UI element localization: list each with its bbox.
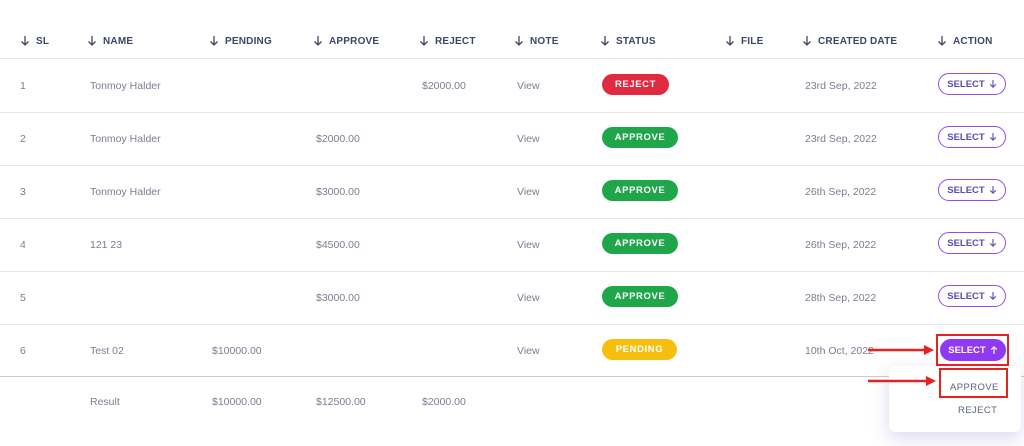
cell-approve: $4500.00 (316, 239, 360, 251)
annotation-box-approve (939, 368, 1008, 398)
cell-created-date: 23rd Sep, 2022 (805, 133, 877, 145)
select-label: SELECT (947, 131, 985, 143)
col-label: REJECT (435, 35, 476, 47)
col-label: ACTION (953, 35, 993, 47)
note-view-link[interactable]: View (517, 133, 540, 145)
status-badge: APPROVE (602, 286, 678, 307)
select-button[interactable]: SELECT (938, 179, 1006, 201)
sort-arrow-icon (938, 36, 946, 46)
col-label: CREATED DATE (818, 35, 898, 47)
cell-created-date: 28th Sep, 2022 (805, 292, 877, 304)
select-button[interactable]: SELECT (938, 232, 1006, 254)
status-badge: APPROVE (602, 180, 678, 201)
note-view-link[interactable]: View (517, 80, 540, 92)
arrow-down-icon (989, 292, 996, 300)
sort-arrow-icon (210, 36, 218, 46)
cell-approve: $3000.00 (316, 186, 360, 198)
cell-approve: $2000.00 (316, 133, 360, 145)
select-label: SELECT (947, 184, 985, 196)
col-label: APPROVE (329, 35, 380, 47)
annotation-box-select (936, 334, 1009, 366)
cell-name: Test 02 (90, 345, 124, 357)
table-row: 1 Tonmoy Halder $2000.00 View REJECT 23r… (0, 59, 1024, 113)
cell-sl: 6 (20, 345, 26, 357)
annotation-arrow-icon (868, 345, 934, 355)
select-label: SELECT (947, 78, 985, 90)
cell-created-date: 10th Oct, 2022 (805, 345, 874, 357)
sort-arrow-icon (21, 36, 29, 46)
cell-sl: 1 (20, 80, 26, 92)
col-label: STATUS (616, 35, 656, 47)
cell-name: Tonmoy Halder (90, 186, 161, 198)
col-label: PENDING (225, 35, 272, 47)
col-reject-header[interactable]: REJECT (419, 35, 476, 47)
col-file-header[interactable]: FILE (725, 35, 763, 47)
col-label: NAME (103, 35, 134, 47)
col-action-header[interactable]: ACTION (937, 35, 993, 47)
col-pending-header[interactable]: PENDING (209, 35, 272, 47)
sort-arrow-icon (601, 36, 609, 46)
status-badge: APPROVE (602, 127, 678, 148)
col-status-header[interactable]: STATUS (600, 35, 656, 47)
footer-reject-total: $2000.00 (422, 396, 466, 408)
cell-name: Tonmoy Halder (90, 133, 161, 145)
footer-pending-total: $10000.00 (212, 396, 262, 408)
sort-arrow-icon (803, 36, 811, 46)
col-label: NOTE (530, 35, 559, 47)
col-label: FILE (741, 35, 764, 47)
col-name-header[interactable]: NAME (87, 35, 133, 47)
sort-arrow-icon (314, 36, 322, 46)
cell-reject: $2000.00 (422, 80, 466, 92)
table-row: 5 $3000.00 View APPROVE 28th Sep, 2022 S… (0, 271, 1024, 325)
cell-pending: $10000.00 (212, 345, 262, 357)
status-badge: APPROVE (602, 233, 678, 254)
arrow-down-icon (989, 80, 996, 88)
col-sl-header[interactable]: SL (20, 35, 49, 47)
arrow-down-icon (989, 186, 996, 194)
note-view-link[interactable]: View (517, 186, 540, 198)
annotation-arrow-icon (868, 376, 936, 386)
select-button[interactable]: SELECT (938, 285, 1006, 307)
cell-approve: $3000.00 (316, 292, 360, 304)
table-row: 3 Tonmoy Halder $3000.00 View APPROVE 26… (0, 165, 1024, 219)
cell-name: Tonmoy Halder (90, 80, 161, 92)
sort-arrow-icon (726, 36, 734, 46)
sort-arrow-icon (88, 36, 96, 46)
arrow-down-icon (989, 133, 996, 141)
select-button[interactable]: SELECT (938, 73, 1006, 95)
select-button[interactable]: SELECT (938, 126, 1006, 148)
cell-created-date: 26th Sep, 2022 (805, 186, 877, 198)
table-row: 4 121 23 $4500.00 View APPROVE 26th Sep,… (0, 218, 1024, 272)
table-header: SL NAME PENDING APPROVE REJECT NOTE STAT… (0, 0, 1024, 59)
note-view-link[interactable]: View (517, 239, 540, 251)
status-badge: REJECT (602, 74, 669, 95)
note-view-link[interactable]: View (517, 292, 540, 304)
cell-created-date: 23rd Sep, 2022 (805, 80, 877, 92)
cell-created-date: 26th Sep, 2022 (805, 239, 877, 251)
sort-arrow-icon (420, 36, 428, 46)
sort-arrow-icon (515, 36, 523, 46)
status-badge: PENDING (602, 339, 677, 360)
note-view-link[interactable]: View (517, 345, 540, 357)
cell-name: 121 23 (90, 239, 123, 251)
arrow-down-icon (989, 239, 996, 247)
cell-sl: 4 (20, 239, 26, 251)
col-label: SL (36, 35, 50, 47)
select-label: SELECT (947, 290, 985, 302)
table-row: 2 Tonmoy Halder $2000.00 View APPROVE 23… (0, 112, 1024, 166)
cell-sl: 5 (20, 292, 26, 304)
cell-sl: 3 (20, 186, 26, 198)
cell-sl: 2 (20, 133, 26, 145)
col-approve-header[interactable]: APPROVE (313, 35, 379, 47)
select-label: SELECT (947, 237, 985, 249)
col-note-header[interactable]: NOTE (514, 35, 559, 47)
col-created-header[interactable]: CREATED DATE (802, 35, 897, 47)
menu-item-reject[interactable]: REJECT (958, 405, 997, 416)
footer-approve-total: $12500.00 (316, 396, 366, 408)
footer-label: Result (90, 396, 120, 408)
